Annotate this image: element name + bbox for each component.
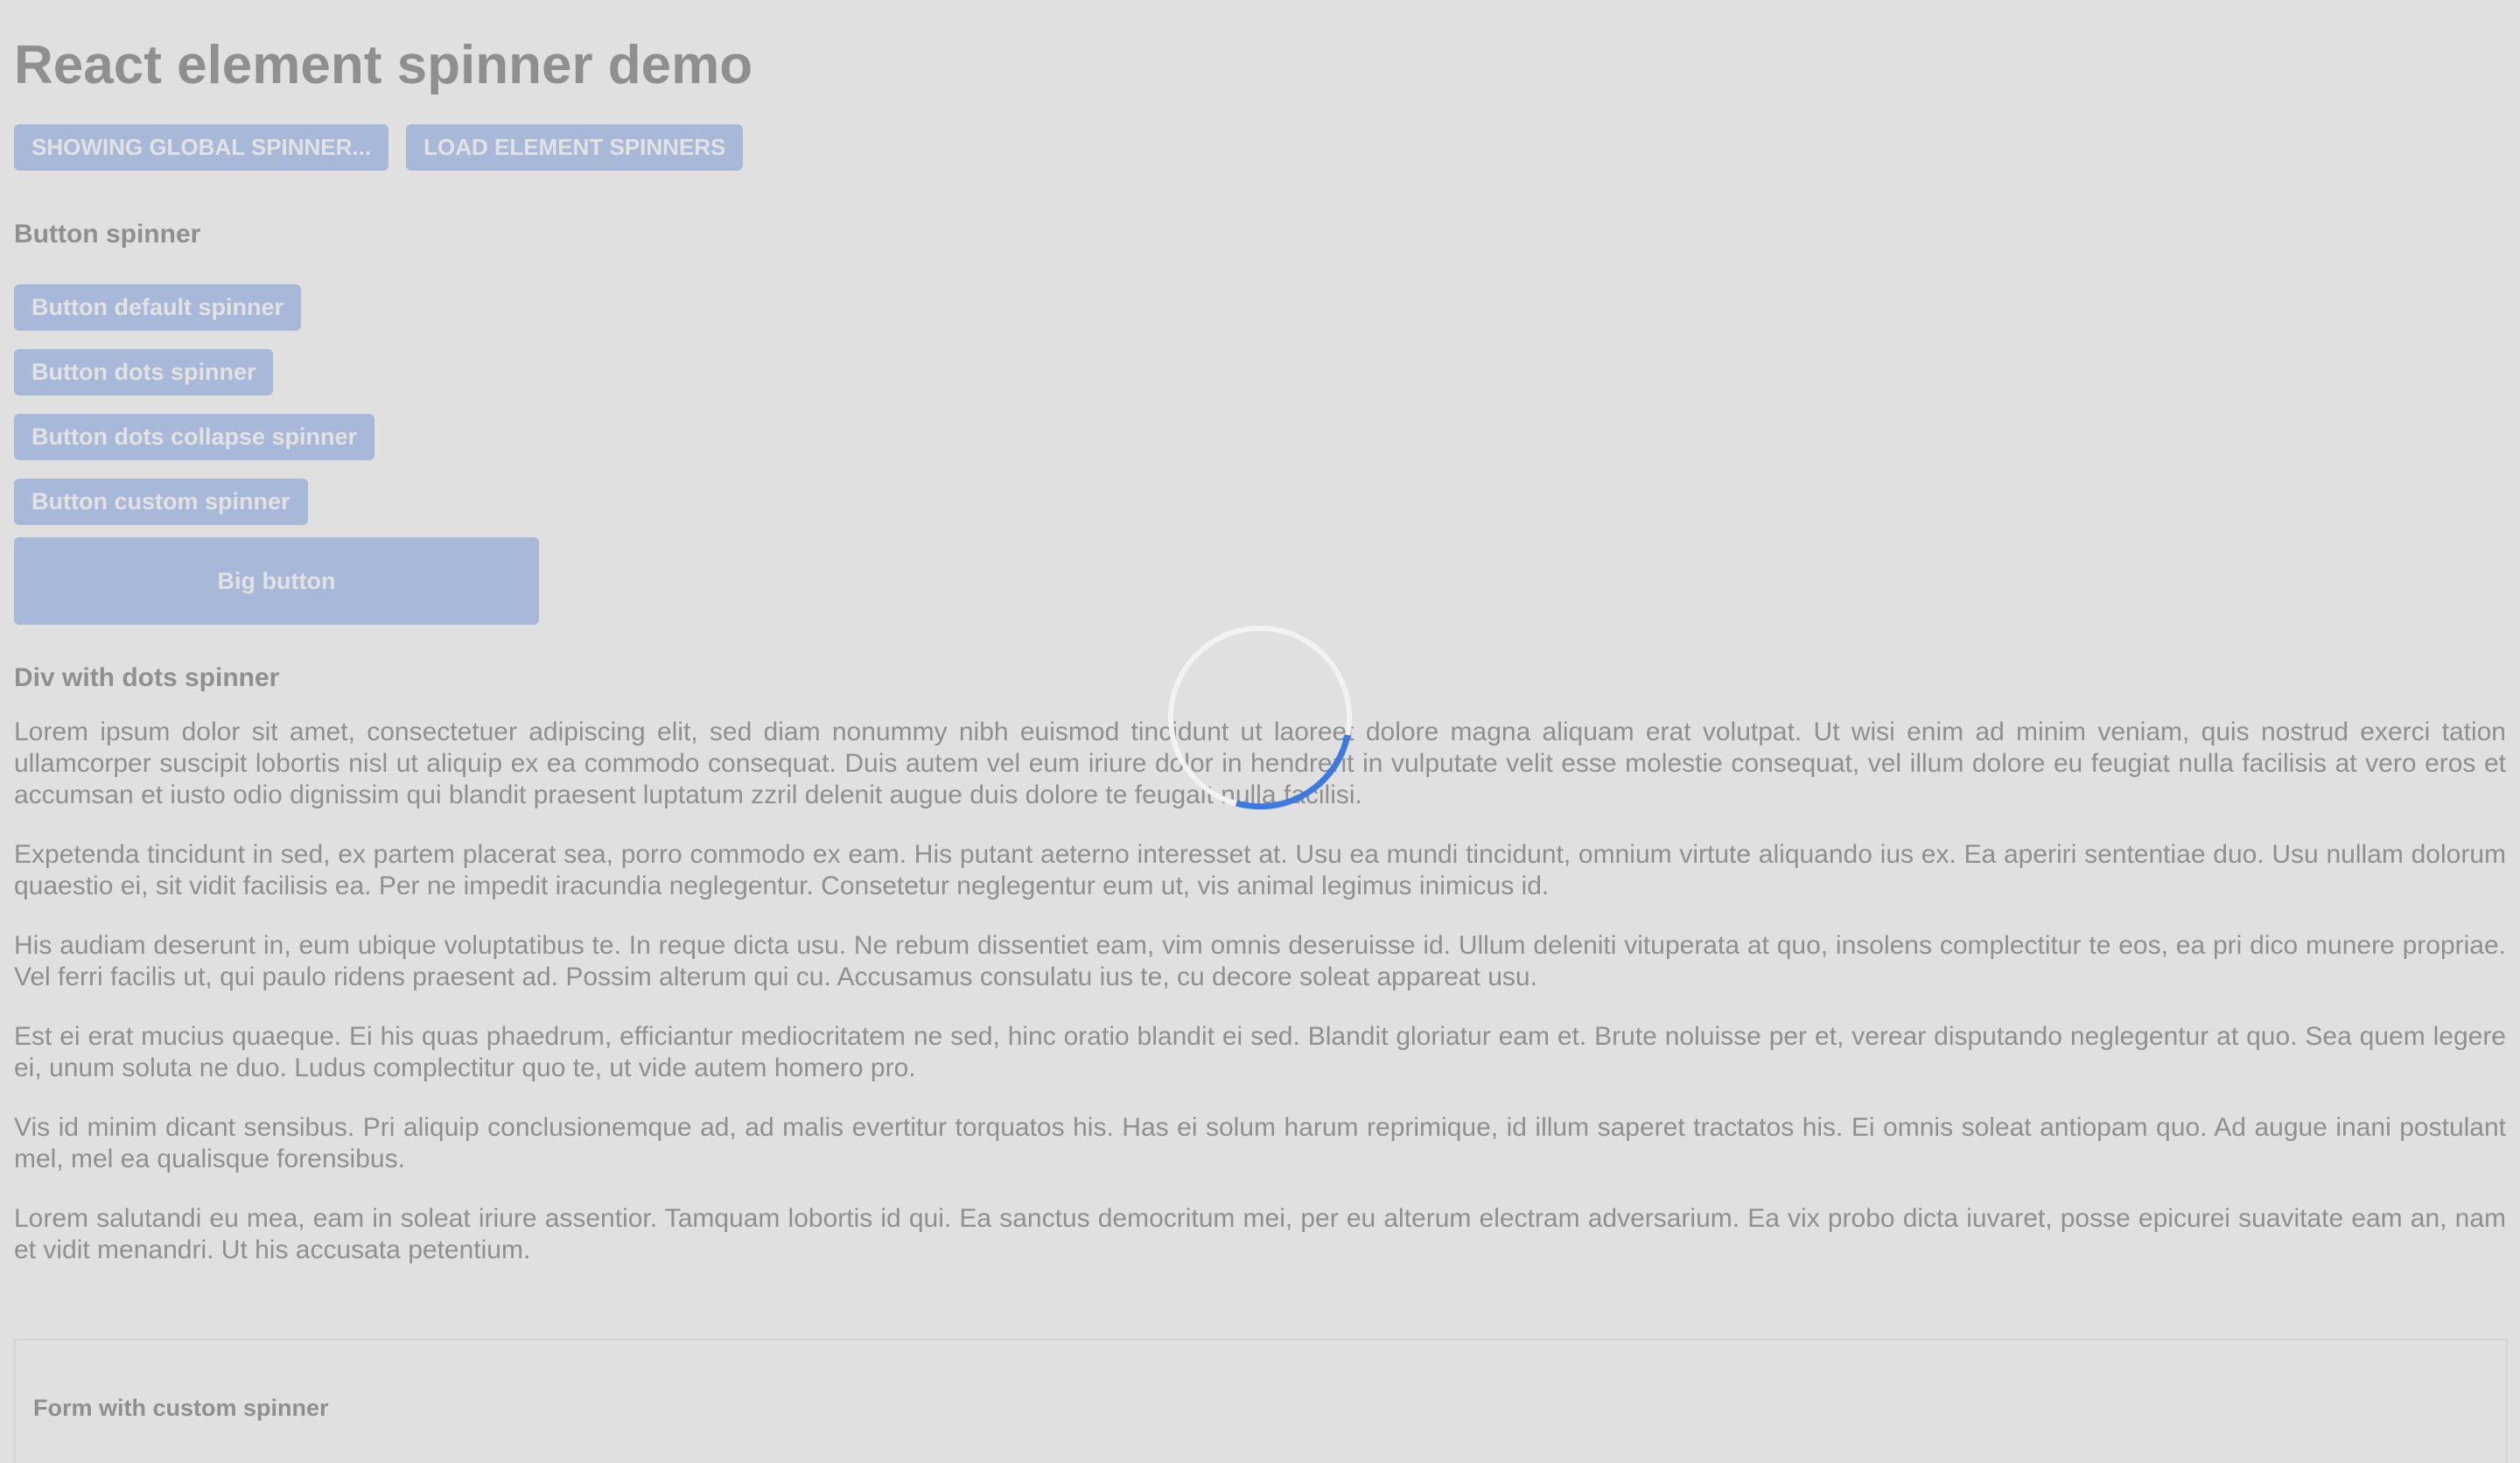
button-dots-spinner[interactable]: Button dots spinner: [14, 349, 274, 396]
form-heading: Form with custom spinner: [33, 1395, 329, 1421]
paragraph: Lorem salutandi eu mea, eam in soleat ir…: [14, 1204, 2506, 1264]
paragraph: Vis id minim dicant sensibus. Pri aliqui…: [14, 1113, 2506, 1173]
spinner-buttons: Button default spinner Button dots spinn…: [14, 284, 2506, 625]
spinner-arc: [1236, 734, 1351, 810]
load-element-spinners-button[interactable]: Load element spinners: [406, 124, 744, 171]
button-dots-collapse-spinner[interactable]: Button dots collapse spinner: [14, 414, 375, 460]
loading-spinner-icon: [1168, 626, 1352, 810]
top-toolbar: Showing global spinner... Load element s…: [14, 124, 2506, 171]
big-button[interactable]: Big button: [14, 537, 539, 625]
custom-spinner-form: Form with custom spinner: [14, 1339, 2508, 1463]
paragraph: His audiam deserunt in, eum ubique volup…: [14, 931, 2506, 991]
button-custom-spinner[interactable]: Button custom spinner: [14, 479, 308, 525]
button-spinner-heading: Button spinner: [14, 220, 201, 248]
global-spinner-button[interactable]: Showing global spinner...: [14, 124, 389, 171]
page-title: React element spinner demo: [14, 35, 753, 95]
paragraph: Expetenda tincidunt in sed, ex partem pl…: [14, 840, 2506, 900]
button-default-spinner[interactable]: Button default spinner: [14, 284, 301, 331]
paragraph: Est ei erat mucius quaeque. Ei his quas …: [14, 1022, 2506, 1082]
